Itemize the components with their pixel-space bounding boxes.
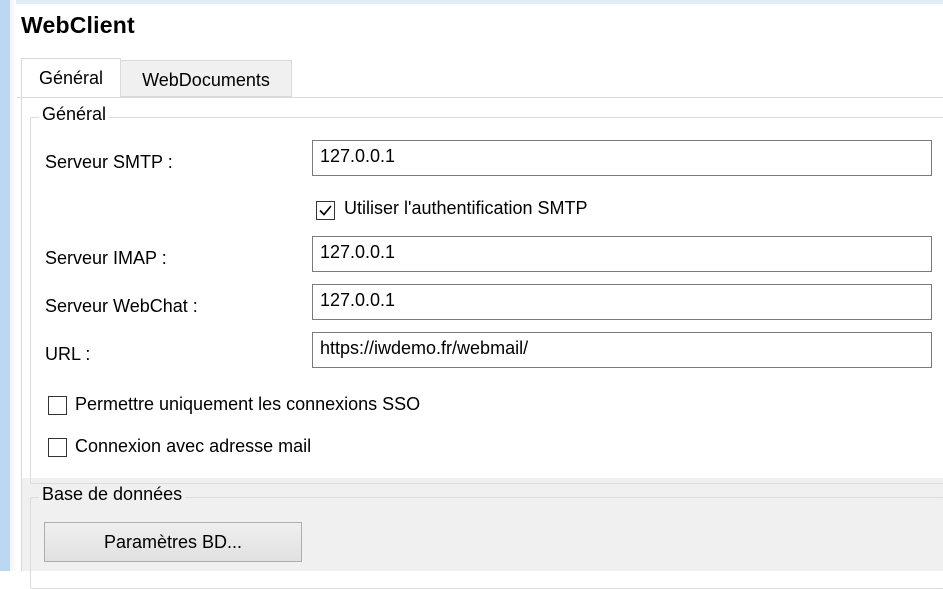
database-group-legend: Base de données: [39, 484, 186, 505]
tab-webdocuments[interactable]: WebDocuments: [121, 60, 292, 97]
tab-general[interactable]: Général: [21, 58, 121, 97]
database-settings-button[interactable]: Paramètres BD...: [44, 522, 302, 562]
webchat-server-label: Serveur WebChat :: [45, 296, 198, 316]
url-label: URL :: [45, 344, 91, 364]
window-border: [0, 0, 10, 571]
window-inner-edge: [10, 0, 16, 571]
sso-only-label[interactable]: Permettre uniquement les connexions SSO: [75, 394, 420, 415]
imap-server-input[interactable]: 127.0.0.1: [312, 236, 932, 272]
checkmark-icon: [319, 205, 332, 216]
url-input[interactable]: https://iwdemo.fr/webmail/: [312, 332, 932, 368]
smtp-auth-checkbox[interactable]: [316, 201, 335, 220]
general-group-legend: Général: [39, 104, 110, 125]
smtp-auth-label[interactable]: Utiliser l'authentification SMTP: [344, 198, 588, 219]
window-title: WebClient: [21, 12, 135, 38]
email-login-label[interactable]: Connexion avec adresse mail: [75, 436, 311, 457]
sso-only-checkbox[interactable]: [48, 396, 67, 415]
webchat-server-input[interactable]: 127.0.0.1: [312, 284, 932, 320]
email-login-checkbox[interactable]: [48, 438, 67, 457]
imap-server-label: Serveur IMAP :: [45, 248, 167, 268]
tab-strip-divider: [17, 97, 943, 98]
window-top-border: [10, 0, 943, 4]
smtp-server-input[interactable]: 127.0.0.1: [312, 140, 932, 176]
smtp-server-label: Serveur SMTP :: [45, 152, 173, 172]
